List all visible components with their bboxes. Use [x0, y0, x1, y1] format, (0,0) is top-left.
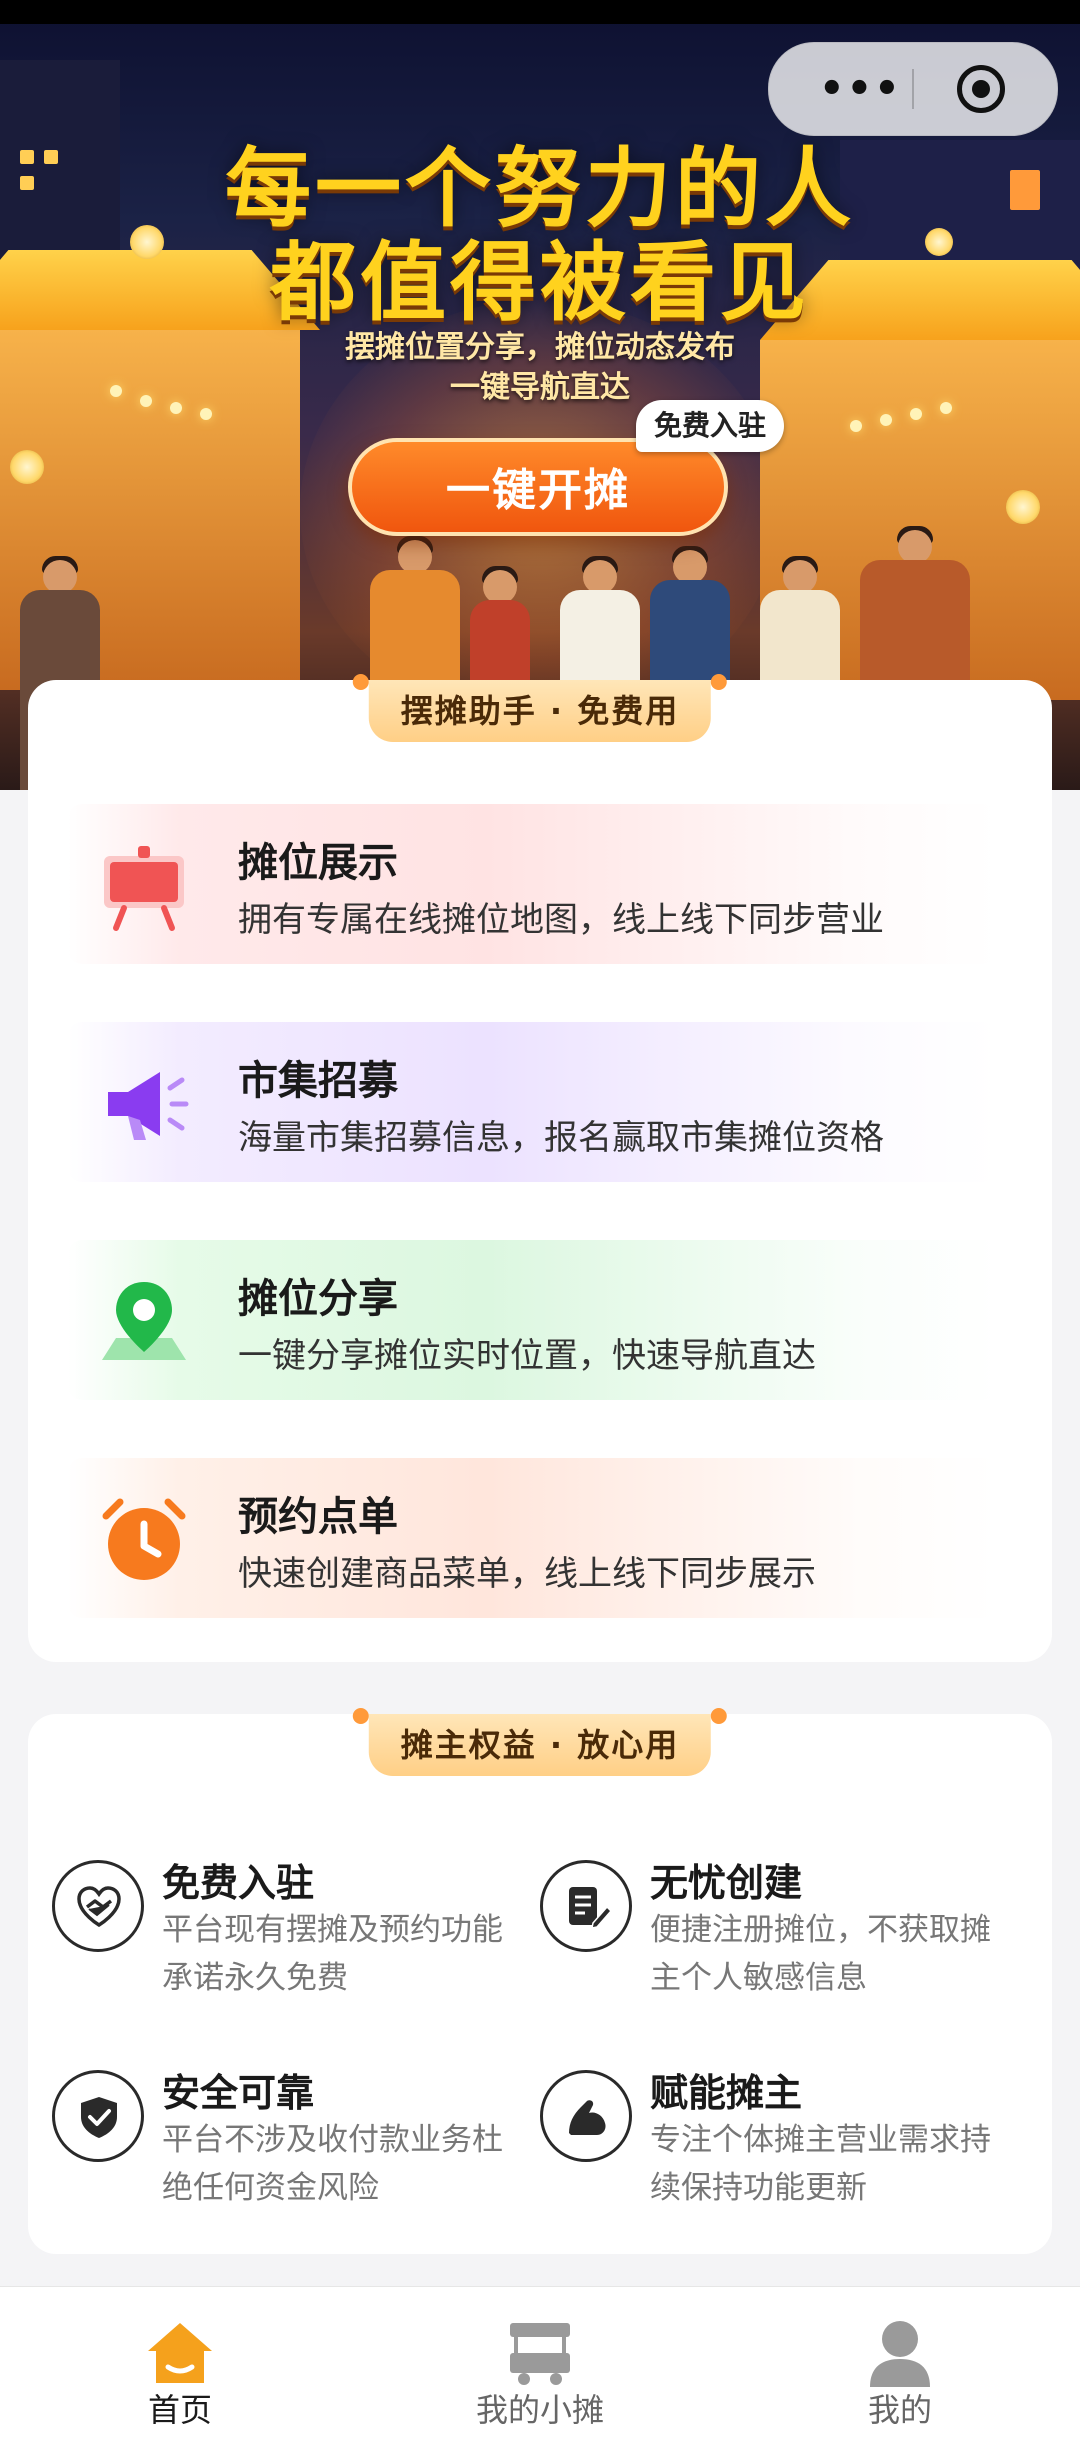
display-board-icon	[104, 846, 184, 931]
more-dots-icon[interactable]: •••	[819, 43, 902, 135]
hanging-lamp	[1006, 490, 1040, 524]
user-icon	[870, 2321, 930, 2387]
string-light	[880, 414, 892, 426]
tab-label: 首页	[147, 2391, 212, 2429]
hero-subtitle-line1: 摆摊位置分享，摊位动态发布	[345, 330, 735, 365]
tab-my-stall[interactable]: 我的小摊	[360, 2287, 720, 2438]
feature-description: 一键分享摊位实时位置，快速导航直达	[238, 1336, 816, 1376]
feature-card: 摆摊助手 · 免费用 摊位展示 拥有专属在线摊位地图，线上线下同步营业 市集招募…	[28, 674, 1052, 1662]
hero-subtitle-line2: 一键导航直达	[450, 370, 630, 405]
benefit-free-join: 免费入驻 平台现有摆摊及预约功能承诺永久免费	[28, 1840, 508, 2010]
tab-home[interactable]: 首页	[0, 2287, 360, 2438]
feature-description: 拥有专属在线摊位地图，线上线下同步营业	[238, 900, 884, 940]
document-edit-icon	[540, 1860, 632, 1952]
benefit-title: 无忧创建	[650, 1861, 803, 1905]
feature-market-recruit[interactable]: 市集招募 海量市集招募信息，报名赢取市集摊位资格	[68, 1022, 998, 1182]
benefits-section-header: 摊主权益 · 放心用	[352, 1708, 728, 1776]
tab-label: 我的小摊	[475, 2391, 604, 2429]
muscle-arm-icon	[540, 2070, 632, 2162]
feature-title: 预约点单	[238, 1494, 398, 1540]
benefit-title: 安全可靠	[162, 2071, 315, 2115]
benefit-description: 便捷注册摊位，不获取摊主个人敏感信息	[650, 1912, 991, 1996]
home-icon	[148, 2323, 212, 2383]
miniprogram-capsule: •••	[768, 42, 1058, 136]
hero-headline-line2: 都值得被看见	[270, 233, 810, 333]
feature-description: 海量市集招募信息，报名赢取市集摊位资格	[238, 1118, 884, 1158]
string-light	[200, 408, 212, 420]
feature-reservation-order[interactable]: 预约点单 快速创建商品菜单，线上线下同步展示	[68, 1458, 998, 1618]
hanging-lamp	[10, 450, 44, 484]
benefit-safe-reliable: 安全可靠 平台不涉及收付款业务杜绝任何资金风险	[28, 2050, 508, 2220]
string-light	[910, 408, 922, 420]
food-cart-icon	[510, 2323, 570, 2385]
benefit-easy-create: 无忧创建 便捷注册摊位，不获取摊主个人敏感信息	[516, 1840, 996, 2010]
feature-stall-display[interactable]: 摊位展示 拥有专属在线摊位地图，线上线下同步营业	[68, 804, 998, 964]
start-stall-button[interactable]: 一键开摊	[348, 438, 728, 536]
benefit-description: 平台现有摆摊及预约功能承诺永久免费	[162, 1912, 503, 1996]
benefit-title: 免费入驻	[162, 1861, 315, 1905]
benefit-empower-vendors: 赋能摊主 专注个体摊主营业需求持续保持功能更新	[516, 2050, 996, 2220]
feature-title: 市集招募	[238, 1058, 398, 1104]
bottom-tab-bar: 首页 我的小摊 我的	[0, 2286, 1080, 2438]
megaphone-icon	[108, 1072, 189, 1140]
free-join-badge: 免费入驻	[636, 400, 785, 452]
benefit-description: 平台不涉及收付款业务杜绝任何资金风险	[162, 2122, 503, 2206]
feature-title: 摊位分享	[238, 1276, 398, 1322]
tab-label: 我的	[867, 2391, 932, 2429]
status-bar	[0, 0, 1080, 24]
feature-stall-share[interactable]: 摊位分享 一键分享摊位实时位置，快速导航直达	[68, 1240, 998, 1400]
benefit-description: 专注个体摊主营业需求持续保持功能更新	[650, 2122, 991, 2206]
heart-handshake-icon	[52, 1860, 144, 1952]
alarm-clock-icon	[102, 1498, 186, 1580]
feature-description: 快速创建商品菜单，线上线下同步展示	[238, 1554, 816, 1594]
feature-title: 摊位展示	[238, 840, 398, 886]
location-pin-icon	[102, 1282, 186, 1360]
string-light	[850, 420, 862, 432]
benefit-title: 赋能摊主	[650, 2071, 803, 2115]
feature-section-header: 摆摊助手 · 免费用	[352, 674, 728, 742]
close-target-icon[interactable]	[957, 65, 1005, 113]
capsule-divider	[912, 69, 914, 109]
benefits-card: 摊主权益 · 放心用 免费入驻 平台现有摆摊及预约功能承诺永久免费 无忧创建 便…	[28, 1708, 1052, 2254]
hero-banner: 每一个努力的人 都值得被看见 摆摊位置分享，摊位动态发布 一键导航直达 一键开摊…	[0, 0, 1080, 790]
shield-check-icon	[52, 2070, 144, 2162]
tab-me[interactable]: 我的	[720, 2287, 1080, 2438]
